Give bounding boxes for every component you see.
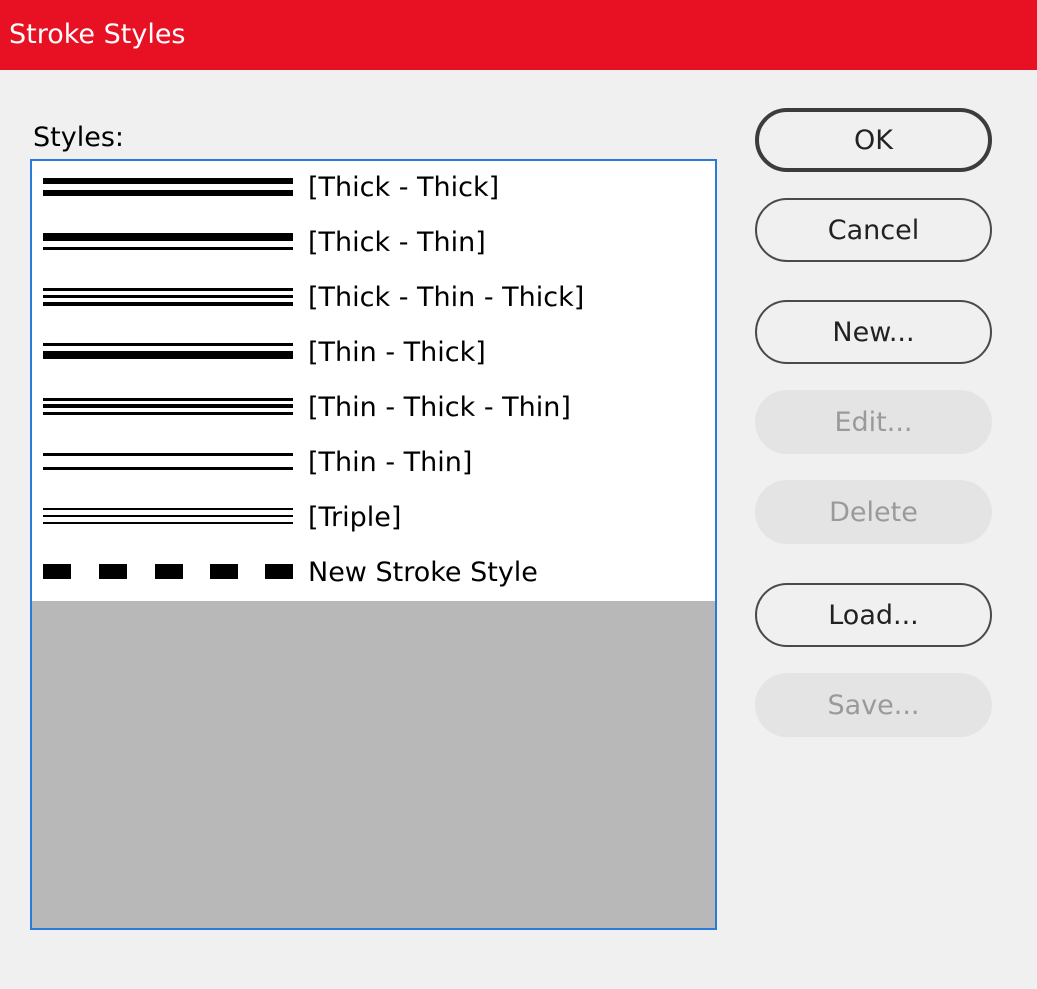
- load-button[interactable]: Load...: [755, 583, 992, 647]
- list-item-new-stroke-style[interactable]: New Stroke Style: [32, 546, 715, 601]
- window-title: Stroke Styles: [9, 19, 186, 50]
- list-item-label: [Triple]: [308, 502, 402, 533]
- list-item-label: [Thick - Thick]: [308, 172, 500, 203]
- thin-thick-stroke-icon: [43, 326, 293, 381]
- list-item-thin-thick[interactable]: [Thin - Thick]: [32, 326, 715, 381]
- stroke-styles-dialog: Stroke Styles Styles: [Thick - Thick] [T…: [0, 0, 1037, 989]
- thin-thick-thin-stroke-icon: [43, 381, 293, 436]
- list-item-thick-thick[interactable]: [Thick - Thick]: [32, 161, 715, 216]
- styles-list: [Thick - Thick] [Thick - Thin] [Thick - …: [32, 161, 715, 601]
- list-item-thick-thin[interactable]: [Thick - Thin]: [32, 216, 715, 271]
- list-item-label: [Thick - Thin]: [308, 227, 486, 258]
- save-button: Save...: [755, 673, 992, 737]
- list-item-thick-thin-thick[interactable]: [Thick - Thin - Thick]: [32, 271, 715, 326]
- thick-thick-stroke-icon: [43, 161, 293, 216]
- thin-thin-stroke-icon: [43, 436, 293, 491]
- styles-label: Styles:: [33, 122, 124, 153]
- list-item-label: [Thin - Thick - Thin]: [308, 392, 571, 423]
- ok-button[interactable]: OK: [755, 108, 992, 172]
- list-item-triple[interactable]: [Triple]: [32, 491, 715, 546]
- thick-thin-stroke-icon: [43, 216, 293, 271]
- edit-button: Edit...: [755, 390, 992, 454]
- triple-stroke-icon: [43, 491, 293, 546]
- styles-listbox[interactable]: [Thick - Thick] [Thick - Thin] [Thick - …: [30, 159, 717, 930]
- thick-thin-thick-stroke-icon: [43, 271, 293, 326]
- list-item-label: [Thin - Thin]: [308, 447, 473, 478]
- list-item-label: [Thin - Thick]: [308, 337, 486, 368]
- title-bar[interactable]: Stroke Styles: [0, 0, 1037, 70]
- delete-button: Delete: [755, 480, 992, 544]
- cancel-button[interactable]: Cancel: [755, 198, 992, 262]
- list-item-thin-thick-thin[interactable]: [Thin - Thick - Thin]: [32, 381, 715, 436]
- list-item-label: [Thick - Thin - Thick]: [308, 282, 585, 313]
- new-button[interactable]: New...: [755, 300, 992, 364]
- dashed-stroke-icon: [43, 546, 293, 601]
- list-item-thin-thin[interactable]: [Thin - Thin]: [32, 436, 715, 491]
- list-item-label: New Stroke Style: [308, 557, 538, 588]
